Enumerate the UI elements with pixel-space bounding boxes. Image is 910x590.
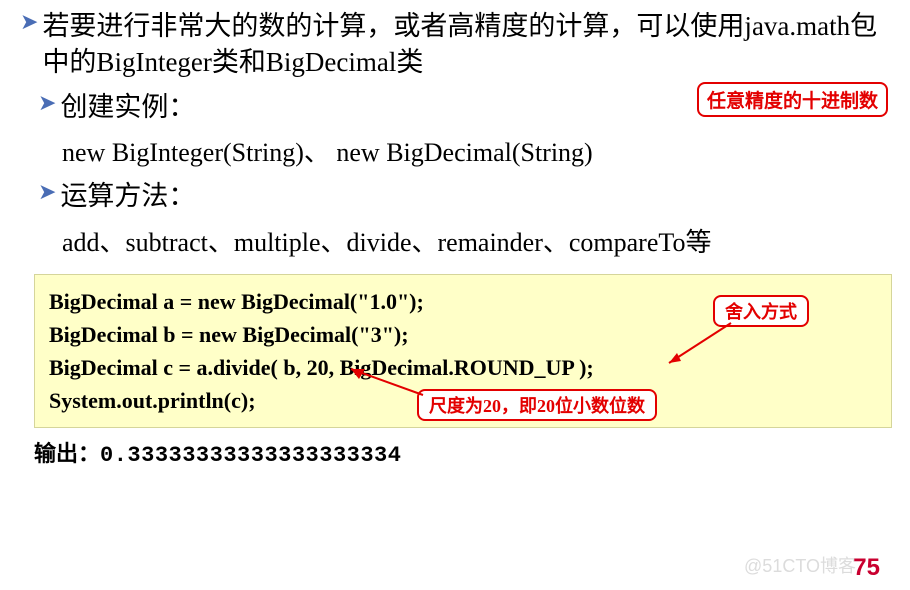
output-label: 输出： <box>34 441 100 466</box>
chevron-icon: ➤ <box>20 8 38 37</box>
text-line-2: new BigInteger(String)、 new BigDecimal(S… <box>62 135 890 170</box>
bullet-item-1: ➤ 若要进行非常大的数的计算，或者高精度的计算，可以使用java.math包中的… <box>20 8 890 81</box>
text-bullet-2: 创建实例： <box>60 89 195 125</box>
watermark: @51CTO博客 <box>744 552 856 578</box>
code-block: BigDecimal a = new BigDecimal("1.0"); Bi… <box>34 274 892 428</box>
text-line-3: add、subtract、multiple、divide、remainder、c… <box>62 225 890 260</box>
slide-content: ➤ 若要进行非常大的数的计算，或者高精度的计算，可以使用java.math包中的… <box>0 0 910 260</box>
callout-precision: 任意精度的十进制数 <box>697 82 888 117</box>
code-line-3: BigDecimal c = a.divide( b, 20, BigDecim… <box>49 351 877 384</box>
text-line-1: 若要进行非常大的数的计算，或者高精度的计算，可以使用java.math包中的Bi… <box>42 8 890 81</box>
chevron-icon: ➤ <box>38 89 56 118</box>
chevron-icon: ➤ <box>38 178 56 207</box>
output-line: 输出：0.33333333333333333334 <box>34 436 892 468</box>
page-number: 75 <box>853 554 880 582</box>
bullet-item-3: ➤ 运算方法： <box>38 178 890 214</box>
callout-rounding: 舍入方式 <box>713 295 809 327</box>
callout-scale: 尺度为20，即20位小数位数 <box>417 389 657 421</box>
text-bullet-3: 运算方法： <box>60 178 195 214</box>
output-value: 0.33333333333333333334 <box>100 443 401 468</box>
